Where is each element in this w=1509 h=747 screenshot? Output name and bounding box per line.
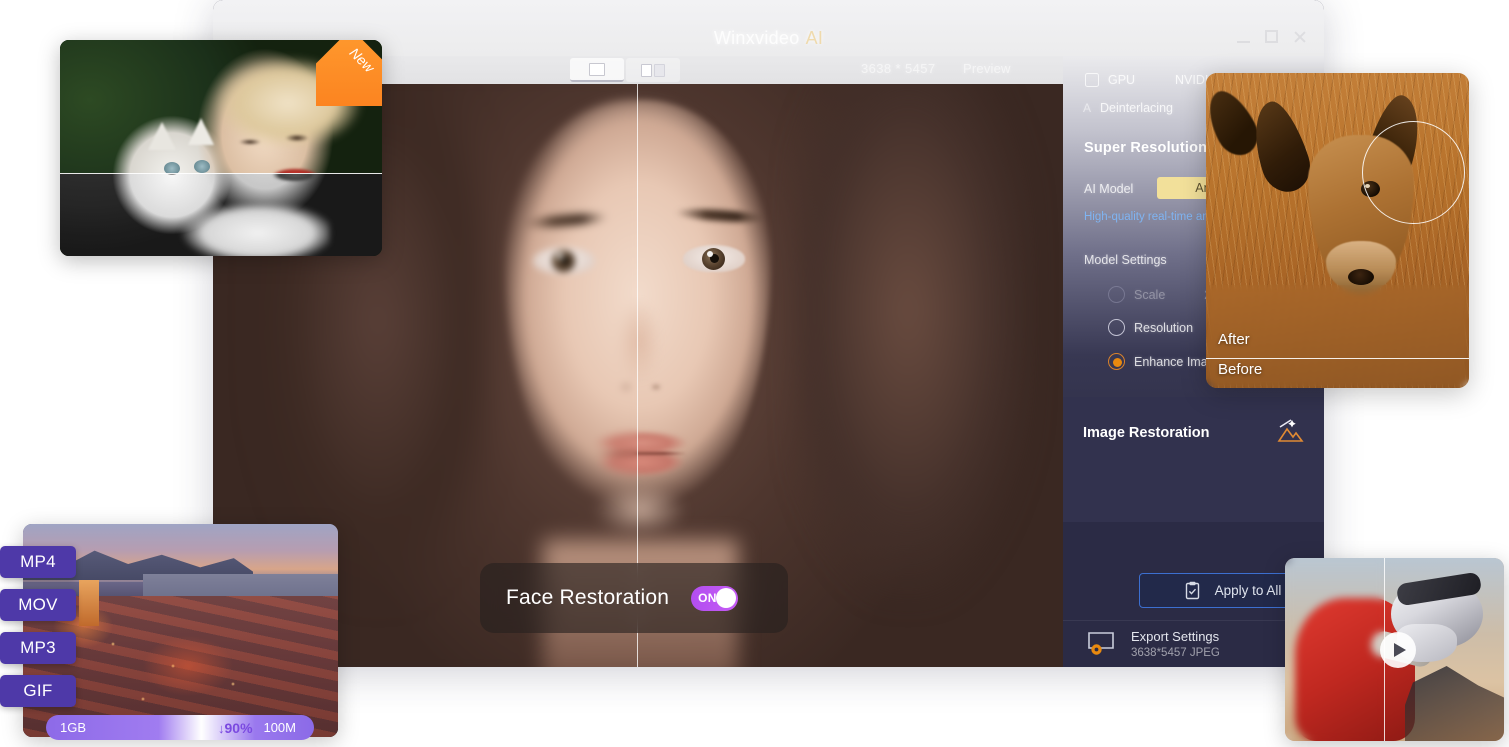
a-letter-icon: A bbox=[1083, 101, 1092, 115]
deinterlacing-label: Deinterlacing bbox=[1100, 101, 1173, 115]
close-icon[interactable] bbox=[1293, 30, 1306, 43]
single-pane-icon[interactable] bbox=[570, 58, 624, 82]
toggle-state-label: ON bbox=[698, 590, 717, 605]
colorize-monochrome-half bbox=[60, 173, 382, 256]
enhance-image-radio[interactable] bbox=[1108, 353, 1125, 370]
format-badge-gif[interactable]: GIF bbox=[0, 675, 76, 707]
image-restoration-panel: Image Restoration Face Restoration Cente… bbox=[1063, 397, 1324, 522]
gpu-row[interactable]: GPU bbox=[1085, 73, 1135, 87]
zoom-loupe-circle bbox=[1362, 121, 1465, 224]
resolution-radio[interactable] bbox=[1108, 319, 1125, 336]
reduction-label: ↓90% bbox=[218, 720, 253, 736]
reduction-value: 90% bbox=[224, 719, 253, 736]
split-pane-icon[interactable] bbox=[626, 58, 680, 82]
app-title-text: Winxvideo bbox=[713, 28, 800, 48]
super-resolution-heading: Super Resolution bbox=[1084, 140, 1208, 156]
ai-model-label: AI Model bbox=[1084, 182, 1134, 196]
format-badge-mov[interactable]: MOV bbox=[0, 589, 76, 621]
new-badge: New bbox=[316, 40, 382, 106]
resolution-label: Resolution bbox=[1134, 320, 1194, 335]
monitor-gear-icon bbox=[1088, 632, 1114, 655]
scale-radio[interactable] bbox=[1108, 286, 1125, 303]
format-badge-mp4[interactable]: MP4 bbox=[0, 546, 76, 578]
model-settings-label: Model Settings bbox=[1084, 253, 1167, 267]
size-after-label: 100M bbox=[263, 720, 296, 735]
format-badge-mp3[interactable]: MP3 bbox=[0, 632, 76, 664]
colorize-before-after-card[interactable]: New bbox=[60, 40, 382, 256]
minimize-icon[interactable] bbox=[1237, 30, 1250, 43]
face-restoration-tooltip-label: Face Restoration bbox=[506, 586, 670, 609]
export-settings-details: 3638*5457 JPEG bbox=[1131, 647, 1220, 659]
after-label: After bbox=[1218, 331, 1250, 348]
magic-image-icon bbox=[1277, 419, 1304, 442]
maximize-icon[interactable] bbox=[1265, 30, 1278, 43]
app-title-ai: AI bbox=[805, 28, 824, 48]
face-restoration-toggle[interactable]: ON bbox=[691, 585, 739, 611]
radio-option-resolution[interactable]: Resolution bbox=[1108, 319, 1193, 336]
face-restoration-tooltip[interactable]: Face Restoration ON bbox=[480, 563, 788, 633]
play-icon[interactable] bbox=[1380, 632, 1416, 668]
compression-ratio-bar: 1GB ↓90% 100M bbox=[46, 715, 314, 740]
video-before-blur-region bbox=[1285, 558, 1385, 741]
radio-option-enhance-image[interactable]: Enhance Image bbox=[1108, 353, 1222, 370]
format-badge-list: MP4 MOV MP3 GIF bbox=[0, 546, 76, 707]
gpu-checkbox[interactable] bbox=[1085, 73, 1099, 87]
deer-split-line[interactable] bbox=[1206, 358, 1469, 360]
preview-toggle[interactable]: Preview bbox=[963, 61, 1011, 76]
before-label: Before bbox=[1218, 361, 1263, 378]
view-toggle-group bbox=[570, 58, 680, 82]
page-root: Winxvideo AI 3638 * 5457 Preview GPU NVI… bbox=[0, 0, 1509, 747]
size-before-label: 1GB bbox=[60, 720, 87, 735]
toggle-knob bbox=[715, 588, 736, 608]
deinterlacing-row[interactable]: A Deinterlacing bbox=[1083, 101, 1173, 115]
gpu-label: GPU bbox=[1108, 73, 1136, 87]
radio-option-scale[interactable]: Scale 2 bbox=[1108, 286, 1211, 303]
image-restoration-heading: Image Restoration bbox=[1083, 425, 1210, 441]
deer-before-after-card[interactable]: After Before bbox=[1206, 73, 1469, 388]
scale-label: Scale bbox=[1134, 287, 1166, 302]
clipboard-check-icon bbox=[1185, 581, 1199, 600]
apply-to-all-label: Apply to All bbox=[1214, 583, 1282, 598]
image-resolution-label: 3638 * 5457 bbox=[861, 61, 936, 76]
video-preview-card[interactable] bbox=[1285, 558, 1504, 741]
export-settings-title: Export Settings bbox=[1131, 629, 1220, 644]
